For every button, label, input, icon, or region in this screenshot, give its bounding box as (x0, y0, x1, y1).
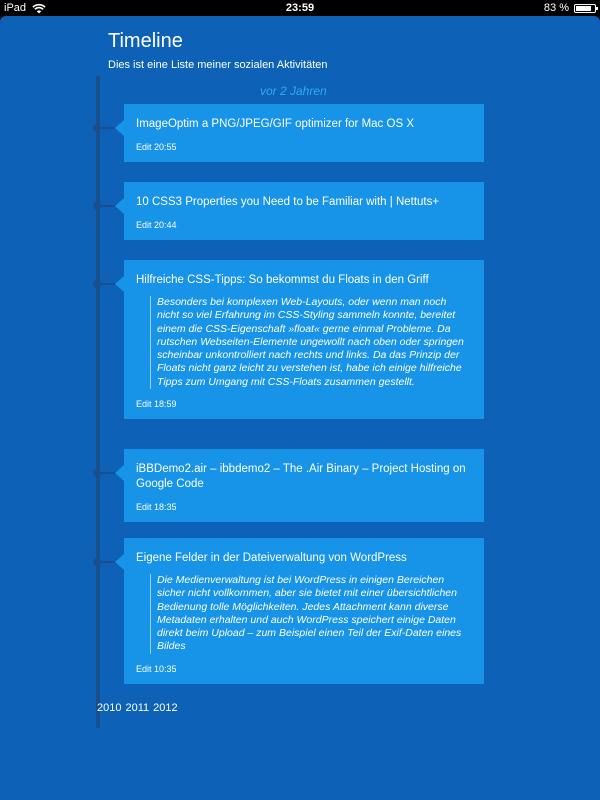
timeline-connector (97, 127, 115, 129)
timeline-entry[interactable]: Eigene Felder in der Dateiverwaltung von… (93, 538, 484, 684)
entry-excerpt: Besonders bei komplexen Web-Layouts, ode… (150, 296, 470, 390)
edit-link[interactable]: Edit (136, 220, 152, 230)
period-label: vor 2 Jahren (260, 84, 327, 98)
entry-title[interactable]: Eigene Felder in der Dateiverwaltung von… (136, 551, 470, 566)
status-right: 83 % (543, 0, 598, 16)
entry-pointer (115, 554, 124, 570)
entry-title[interactable]: Hilfreiche CSS-Tipps: So bekommst du Flo… (136, 273, 470, 288)
entry-meta: Edit 20:55 (136, 142, 470, 152)
entry-time: 20:55 (154, 142, 177, 152)
timeline-connector (97, 472, 115, 474)
timeline-entry[interactable]: 10 CSS3 Properties you Need to be Famili… (93, 182, 484, 240)
entry-time: 18:35 (154, 502, 177, 512)
timeline-connector (97, 205, 115, 207)
timeline-entry[interactable]: iBBDemo2.air – ibbdemo2 – The .Air Binar… (93, 449, 484, 522)
entry-time: 20:44 (154, 220, 177, 230)
entry-pointer (115, 198, 124, 214)
entry-time: 10:35 (154, 663, 177, 674)
entry-meta: Edit 10:35 (136, 664, 470, 674)
entry-title[interactable]: ImageOptim a PNG/JPEG/GIF optimizer for … (136, 117, 470, 132)
status-bar: iPad 23:59 83 % (0, 0, 600, 16)
status-time: 23:59 (285, 2, 315, 14)
battery-percentage: 83 % (543, 2, 569, 14)
timeline-connector (97, 561, 115, 563)
entry-time: 18:59 (154, 399, 177, 410)
year-link-2011[interactable]: 2011 (125, 702, 149, 714)
year-link-2012[interactable]: 2012 (153, 702, 177, 714)
entry-title[interactable]: 10 CSS3 Properties you Need to be Famili… (136, 195, 470, 210)
timeline-entry[interactable]: ImageOptim a PNG/JPEG/GIF optimizer for … (93, 104, 484, 162)
edit-link[interactable]: Edit (136, 502, 152, 512)
entry-meta: Edit 18:35 (136, 502, 470, 512)
battery-level (576, 5, 591, 11)
year-navigation: 2010 2011 2012 (97, 702, 178, 714)
timeline-line (96, 76, 100, 728)
edit-link[interactable]: Edit (136, 399, 152, 409)
entry-meta: Edit 18:59 (136, 399, 470, 409)
page-subtitle: Dies ist eine Liste meiner sozialen Akti… (108, 59, 328, 71)
battery-icon (574, 3, 598, 13)
timeline-connector (97, 283, 115, 285)
entry-pointer (115, 465, 124, 481)
entry-pointer (115, 276, 124, 292)
timeline-screen: Timeline Dies ist eine Liste meiner sozi… (0, 16, 600, 800)
year-link-2010[interactable]: 2010 (97, 702, 121, 714)
edit-link[interactable]: Edit (136, 664, 152, 674)
entry-title[interactable]: iBBDemo2.air – ibbdemo2 – The .Air Binar… (136, 462, 470, 492)
entry-pointer (115, 120, 124, 136)
entry-excerpt: Die Medienverwaltung ist bei WordPress i… (150, 574, 470, 654)
page-title: Timeline (108, 30, 183, 52)
entry-meta: Edit 20:44 (136, 220, 470, 230)
timeline-entry[interactable]: Hilfreiche CSS-Tipps: So bekommst du Flo… (93, 260, 484, 420)
edit-link[interactable]: Edit (136, 142, 152, 152)
